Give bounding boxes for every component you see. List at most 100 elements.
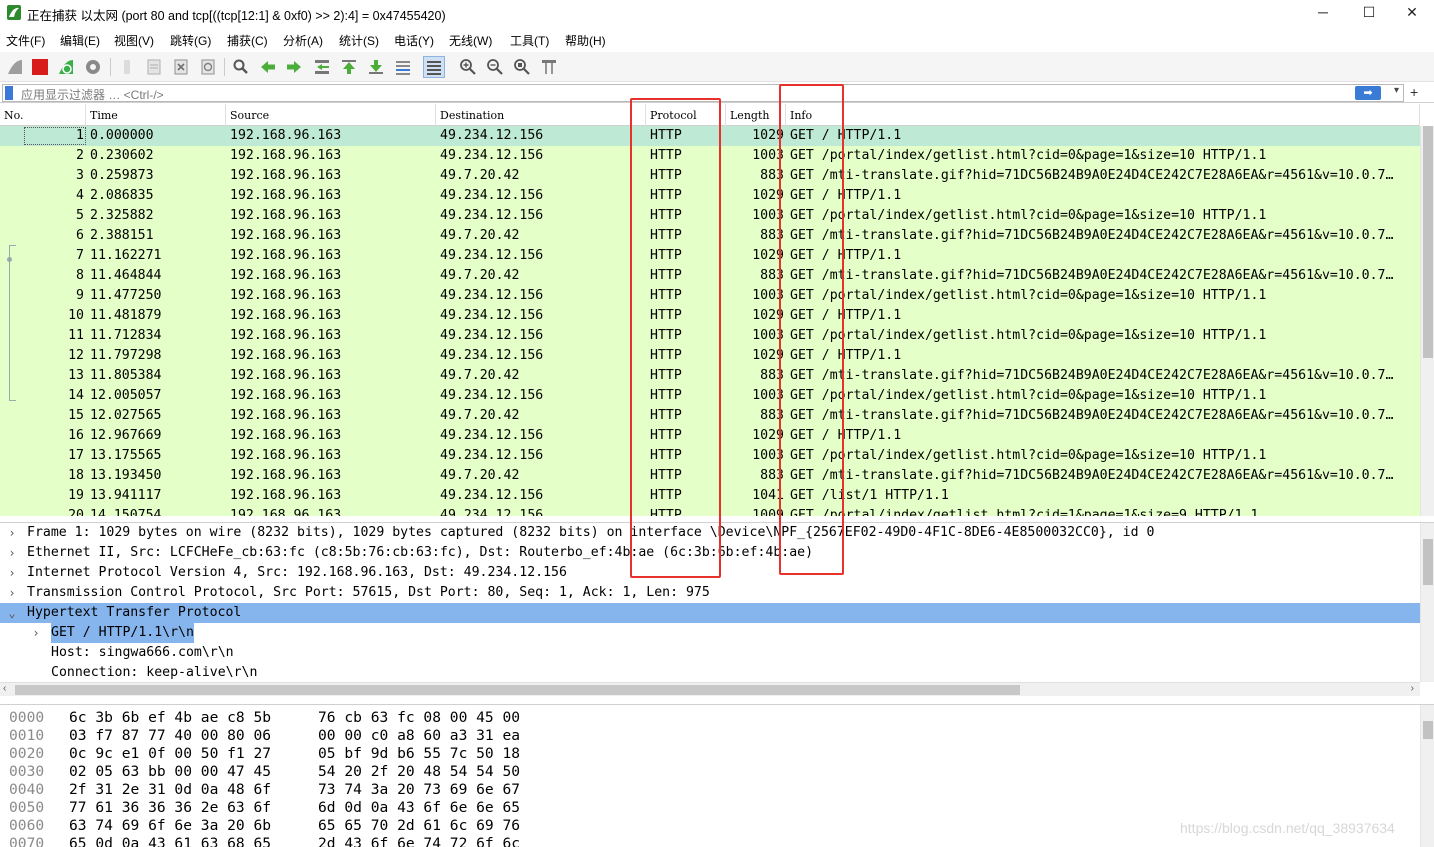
column-header-time[interactable]: Time <box>86 104 226 126</box>
packet-source: 192.168.96.163 <box>230 228 342 243</box>
packet-source: 192.168.96.163 <box>230 268 342 283</box>
packet-time: 12.005057 <box>90 388 162 403</box>
detail-text: Internet Protocol Version 4, Src: 192.16… <box>27 565 567 580</box>
resize-columns-icon[interactable] <box>538 56 560 78</box>
packet-destination: 49.234.12.156 <box>440 208 544 223</box>
packet-source: 192.168.96.163 <box>230 428 342 443</box>
detail-row[interactable]: ⌄ Hypertext Transfer Protocol <box>0 603 1420 623</box>
save-file-icon[interactable] <box>143 56 165 78</box>
packet-number: 12 <box>68 348 84 363</box>
menu-capture[interactable]: 捕获(C) <box>227 32 268 49</box>
packet-source: 192.168.96.163 <box>230 288 342 303</box>
packet-length: 883 <box>760 268 784 283</box>
zoom-in-icon[interactable] <box>457 56 479 78</box>
maximize-button[interactable]: ☐ <box>1346 0 1392 26</box>
expand-icon[interactable]: › <box>6 523 18 543</box>
packet-time: 2.086835 <box>90 188 154 203</box>
scrollbar-thumb[interactable] <box>1423 721 1433 739</box>
packet-info: GET / HTTP/1.1 <box>790 188 902 203</box>
close-button[interactable]: ✕ <box>1389 0 1434 26</box>
go-first-packet-icon[interactable] <box>338 56 360 78</box>
column-header-destination[interactable]: Destination <box>436 104 646 126</box>
scrollbar-thumb[interactable] <box>1423 126 1433 358</box>
reload-file-icon[interactable] <box>197 56 219 78</box>
expand-icon[interactable]: › <box>6 583 18 603</box>
expand-icon[interactable]: › <box>6 543 18 563</box>
packet-source: 192.168.96.163 <box>230 488 342 503</box>
menu-telephony[interactable]: 电话(Y) <box>394 32 434 49</box>
go-back-icon[interactable] <box>257 56 279 78</box>
go-forward-icon[interactable] <box>283 56 305 78</box>
details-horizontal-scrollbar[interactable]: ‹ › <box>0 682 1420 696</box>
detail-row[interactable]: › Transmission Control Protocol, Src Port… <box>0 583 1420 603</box>
packet-time: 2.325882 <box>90 208 154 223</box>
scroll-right-icon[interactable]: › <box>1411 683 1414 694</box>
hex-bytes-right: 65 65 70 2d 61 6c 69 76 <box>318 817 521 834</box>
menu-edit[interactable]: 编辑(E) <box>60 32 100 49</box>
menu-statistics[interactable]: 统计(S) <box>339 32 379 49</box>
go-last-packet-icon[interactable] <box>365 56 387 78</box>
add-filter-button[interactable]: + <box>1410 84 1418 100</box>
find-packet-icon[interactable] <box>230 56 252 78</box>
protocol-column-annotation <box>630 98 721 578</box>
packet-destination: 49.234.12.156 <box>440 148 544 163</box>
detail-row[interactable]: Host: singwa666.com\r\n <box>0 643 1420 663</box>
menu-go[interactable]: 跳转(G) <box>170 32 211 49</box>
packet-info: GET / HTTP/1.1 <box>790 428 902 443</box>
packet-time: 13.941117 <box>90 488 162 503</box>
main-toolbar <box>0 52 1434 82</box>
open-file-icon[interactable] <box>116 56 138 78</box>
hex-bytes-left: 03 f7 87 77 40 00 80 06 <box>69 727 272 744</box>
collapse-icon[interactable]: ⌄ <box>6 603 18 623</box>
shark-fin-start-icon[interactable] <box>4 56 26 78</box>
detail-row[interactable]: › GET / HTTP/1.1\r\n <box>0 623 1420 643</box>
menu-tools[interactable]: 工具(T) <box>510 32 549 49</box>
packet-number: 8 <box>76 268 84 283</box>
scroll-left-icon[interactable]: ‹ <box>3 683 6 694</box>
detail-row[interactable]: Connection: keep-alive\r\n <box>0 663 1420 682</box>
column-header-source[interactable]: Source <box>226 104 436 126</box>
column-header-info[interactable]: Info <box>786 104 1420 126</box>
column-header-no[interactable]: No. <box>0 104 86 126</box>
auto-scroll-icon[interactable] <box>392 56 414 78</box>
packet-time: 11.805384 <box>90 368 162 383</box>
hex-offset: 0010 <box>9 727 45 744</box>
packet-info: GET /mti-translate.gif?hid=71DC56B24B9A0… <box>790 268 1394 283</box>
hex-offset: 0030 <box>9 763 45 780</box>
chevron-down-icon[interactable]: ▾ <box>1394 85 1399 96</box>
colorize-icon[interactable] <box>423 56 445 78</box>
close-file-icon[interactable] <box>170 56 192 78</box>
go-to-packet-icon[interactable] <box>311 56 333 78</box>
menu-view[interactable]: 视图(V) <box>114 32 154 49</box>
restart-capture-icon[interactable] <box>55 56 77 78</box>
menu-wireless[interactable]: 无线(W) <box>449 32 492 49</box>
related-packet-dot <box>7 257 12 262</box>
zoom-normal-icon[interactable] <box>511 56 533 78</box>
stop-capture-icon[interactable] <box>29 56 51 78</box>
capture-options-icon[interactable] <box>82 56 104 78</box>
packet-list-scrollbar[interactable] <box>1420 126 1434 516</box>
menu-help[interactable]: 帮助(H) <box>565 32 606 49</box>
menu-analyze[interactable]: 分析(A) <box>283 32 323 49</box>
packet-length: 1029 <box>752 308 784 323</box>
menu-file[interactable]: 文件(F) <box>6 32 45 49</box>
apply-filter-button[interactable]: ➡ <box>1355 86 1381 100</box>
info-column-annotation <box>779 84 844 575</box>
scrollbar-thumb[interactable] <box>15 685 1020 695</box>
zoom-out-icon[interactable] <box>484 56 506 78</box>
scrollbar-thumb[interactable] <box>1423 539 1433 585</box>
expand-icon[interactable]: › <box>6 563 18 583</box>
detail-text: Hypertext Transfer Protocol <box>27 605 242 620</box>
bookmark-icon[interactable] <box>5 86 13 100</box>
packet-number: 18 <box>68 468 84 483</box>
packet-destination: 49.234.12.156 <box>440 488 544 503</box>
details-scrollbar[interactable] <box>1420 523 1434 682</box>
expand-icon[interactable]: › <box>30 623 42 643</box>
packet-info: GET /mti-translate.gif?hid=71DC56B24B9A0… <box>790 468 1394 483</box>
filter-placeholder: 应用显示过滤器 … <Ctrl-/> <box>21 88 164 102</box>
packet-info: GET /mti-translate.gif?hid=71DC56B24B9A0… <box>790 168 1394 183</box>
minimize-button[interactable]: ─ <box>1300 0 1346 26</box>
column-header-length[interactable]: Length <box>726 104 786 126</box>
packet-number: 16 <box>68 428 84 443</box>
bytes-scrollbar[interactable] <box>1420 705 1434 847</box>
